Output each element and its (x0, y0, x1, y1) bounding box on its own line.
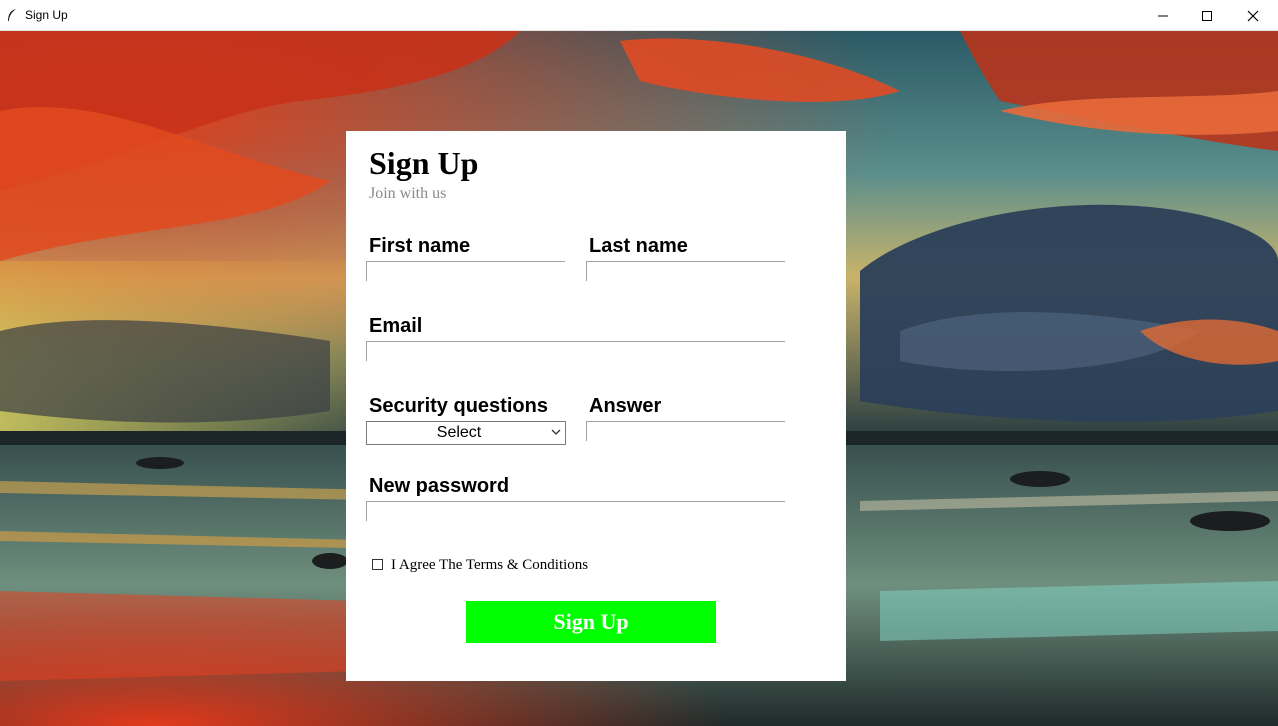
new-password-input[interactable] (366, 501, 785, 521)
first-name-input[interactable] (366, 261, 565, 281)
page-title: Sign Up (369, 145, 479, 181)
answer-label: Answer (589, 395, 662, 417)
last-name-label: Last name (589, 235, 688, 257)
window-titlebar: Sign Up (0, 0, 1278, 31)
security-question-value: Select (436, 424, 482, 441)
minimize-button[interactable] (1140, 0, 1186, 31)
first-name-label: First name (369, 235, 471, 257)
new-password-label: New password (369, 475, 510, 497)
minimize-icon (1158, 15, 1168, 16)
maximize-icon (1202, 10, 1212, 21)
signup-button[interactable]: Sign Up (466, 601, 716, 643)
close-button[interactable] (1230, 0, 1276, 31)
email-label: Email (369, 315, 423, 337)
page-subtitle: Join with us (369, 185, 447, 202)
close-icon (1247, 10, 1259, 21)
window-title: Sign Up (25, 8, 68, 22)
email-input[interactable] (366, 341, 785, 361)
answer-input[interactable] (586, 421, 785, 441)
security-question-select[interactable]: Select (366, 421, 566, 445)
terms-checkbox[interactable] (372, 559, 383, 570)
security-questions-label: Security questions (369, 395, 548, 417)
chevron-down-icon (551, 429, 561, 435)
terms-checkbox-label: I Agree The Terms & Conditions (391, 557, 589, 573)
signup-form: Sign Up Join with us First name Last nam… (346, 131, 846, 681)
maximize-button[interactable] (1184, 0, 1230, 31)
last-name-input[interactable] (586, 261, 785, 281)
feather-icon (8, 9, 16, 21)
